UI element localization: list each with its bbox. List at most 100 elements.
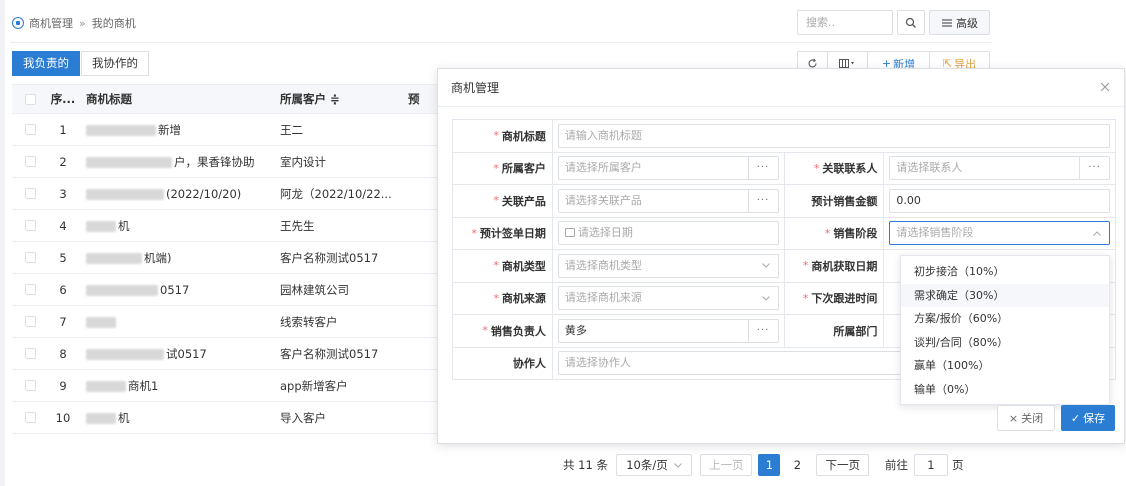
modal-title: 商机管理 <box>451 81 500 95</box>
row-checkbox[interactable] <box>24 220 36 231</box>
contact-input[interactable]: 请选择联系人 ··· <box>889 156 1110 181</box>
product-input[interactable]: 请选择关联产品 ··· <box>557 188 779 213</box>
row-customer: 王先生 <box>280 218 315 233</box>
breadcrumb-root[interactable]: 商机管理 <box>29 15 73 31</box>
row-checkbox[interactable] <box>24 380 36 391</box>
filter-list-icon <box>942 18 952 27</box>
stage-option[interactable]: 方案/报价（60%） <box>901 307 1109 331</box>
check-icon: ✓ <box>1070 411 1081 425</box>
table-row[interactable]: 10 机导入客户 <box>12 402 438 434</box>
save-button[interactable]: ✓ 保存 <box>1061 405 1115 431</box>
goto-page-input[interactable]: 1 <box>913 454 948 476</box>
type-label: * 商机类型 <box>453 250 553 282</box>
row-checkbox[interactable] <box>24 156 36 167</box>
stage-option[interactable]: 赢单（100%） <box>901 354 1109 378</box>
stage-select[interactable]: 请选择销售阶段 <box>889 221 1110 246</box>
table-row[interactable]: 1 新增 王二 <box>12 114 438 146</box>
chevron-up-icon <box>1093 231 1101 236</box>
page-1[interactable]: 1 <box>758 454 781 476</box>
close-button[interactable]: × 关闭 <box>997 405 1055 431</box>
sign-date-input[interactable]: 请选择日期 <box>557 221 779 246</box>
next-page-button[interactable]: 下一页 <box>816 454 869 476</box>
breadcrumb-current: 我的商机 <box>91 17 136 30</box>
row-title[interactable]: 新增 <box>78 122 272 138</box>
tab-my-owned[interactable]: 我负责的 <box>12 51 80 76</box>
row-title[interactable]: (2022/10/20) <box>78 187 272 201</box>
table-row[interactable]: 4 机王先生 <box>12 210 438 242</box>
row-checkbox[interactable] <box>24 188 36 199</box>
row-checkbox[interactable] <box>24 124 36 135</box>
row-title[interactable]: 户，果香锋协助 <box>78 154 272 170</box>
breadcrumb-separator: » <box>79 16 86 30</box>
header-divider <box>10 42 992 43</box>
advanced-label: 高级 <box>956 16 978 30</box>
stage-option[interactable]: 谈判/合同（80%） <box>901 331 1109 355</box>
col-customer[interactable]: 所属客户 ≑ <box>272 91 402 107</box>
row-index: 4 <box>59 218 67 233</box>
row-checkbox[interactable] <box>24 348 36 359</box>
acquire-date-label: * 商机获取日期 <box>785 250 885 282</box>
more-icon[interactable]: ··· <box>747 189 778 212</box>
row-index: 6 <box>59 282 67 297</box>
row-checkbox[interactable] <box>24 284 36 295</box>
stage-option[interactable]: 输单（0%） <box>901 378 1109 402</box>
row-title[interactable]: 机 <box>78 410 272 426</box>
table-row[interactable]: 3 (2022/10/20) 阿龙（2022/10/22... <box>12 178 438 210</box>
row-index: 8 <box>59 346 67 361</box>
search-input[interactable]: 搜索.. <box>797 10 893 35</box>
amount-input[interactable]: 0.00 <box>889 188 1110 213</box>
stage-option[interactable]: 需求确定（30%） <box>901 283 1109 307</box>
row-checkbox[interactable] <box>24 316 36 327</box>
row-title[interactable]: 试0517 <box>78 346 272 362</box>
more-icon[interactable]: ··· <box>747 157 778 180</box>
redacted-text <box>86 316 116 328</box>
row-customer: 王二 <box>280 122 303 137</box>
module-icon <box>12 17 24 29</box>
row-title[interactable]: 0517 <box>78 283 272 297</box>
close-icon[interactable] <box>1098 80 1112 94</box>
advanced-search-button[interactable]: 高级 <box>929 10 990 35</box>
row-title[interactable]: 机 <box>78 218 272 234</box>
row-checkbox[interactable] <box>24 412 36 423</box>
col-title[interactable]: 商机标题 <box>78 91 272 107</box>
row-index: 1 <box>59 122 67 137</box>
table-header: 序... 商机标题 所属客户 ≑ 预 <box>12 84 438 114</box>
grid-icon <box>838 59 854 68</box>
owner-input[interactable]: 黄多 ··· <box>557 318 779 343</box>
row-customer: 导入客户 <box>280 410 326 425</box>
more-icon[interactable]: ··· <box>1079 157 1109 180</box>
page-2[interactable]: 2 <box>786 454 808 476</box>
more-icon[interactable]: ··· <box>747 319 778 342</box>
redacted-text <box>86 284 158 296</box>
prev-page-button[interactable]: 上一页 <box>699 454 753 476</box>
redacted-text <box>86 252 142 264</box>
row-index: 10 <box>55 410 71 425</box>
table-row[interactable]: 7 线索转客户 <box>12 306 438 338</box>
redacted-text <box>86 124 156 136</box>
table-row[interactable]: 6 0517 园林建筑公司 <box>12 274 438 306</box>
breadcrumb: 商机管理 » 我的商机 <box>12 14 136 32</box>
table-row[interactable]: 9 商机1 app新增客户 <box>12 370 438 402</box>
customer-input[interactable]: 请选择所属客户 ··· <box>557 156 779 181</box>
chevron-down-icon <box>761 295 770 301</box>
row-customer: 园林建筑公司 <box>280 282 349 297</box>
tab-my-collab[interactable]: 我协作的 <box>81 51 149 76</box>
owner-label: * 销售负责人 <box>453 315 553 347</box>
row-checkbox[interactable] <box>24 252 36 263</box>
close-label: 关闭 <box>1021 412 1044 425</box>
title-input[interactable]: 请输入商机标题 <box>557 123 1110 148</box>
row-index: 9 <box>59 378 67 393</box>
row-title[interactable] <box>78 315 272 329</box>
table-row[interactable]: 2 户，果香锋协助 室内设计 <box>12 146 438 178</box>
row-title[interactable]: 机端) <box>78 250 272 266</box>
table-row[interactable]: 5 机端) 客户名称测试0517 <box>12 242 438 274</box>
row-title[interactable]: 商机1 <box>78 378 272 394</box>
search-button[interactable] <box>897 10 925 35</box>
page-size-select[interactable]: 10条/页 <box>615 454 692 476</box>
select-all-checkbox[interactable] <box>24 93 36 105</box>
title-label: * 商机标题 <box>453 120 553 152</box>
table-row[interactable]: 8 试0517 客户名称测试0517 <box>12 338 438 370</box>
stage-option[interactable]: 初步接洽（10%） <box>901 260 1109 284</box>
source-select[interactable]: 请选择商机来源 <box>557 286 779 311</box>
type-select[interactable]: 请选择商机类型 <box>557 253 779 278</box>
